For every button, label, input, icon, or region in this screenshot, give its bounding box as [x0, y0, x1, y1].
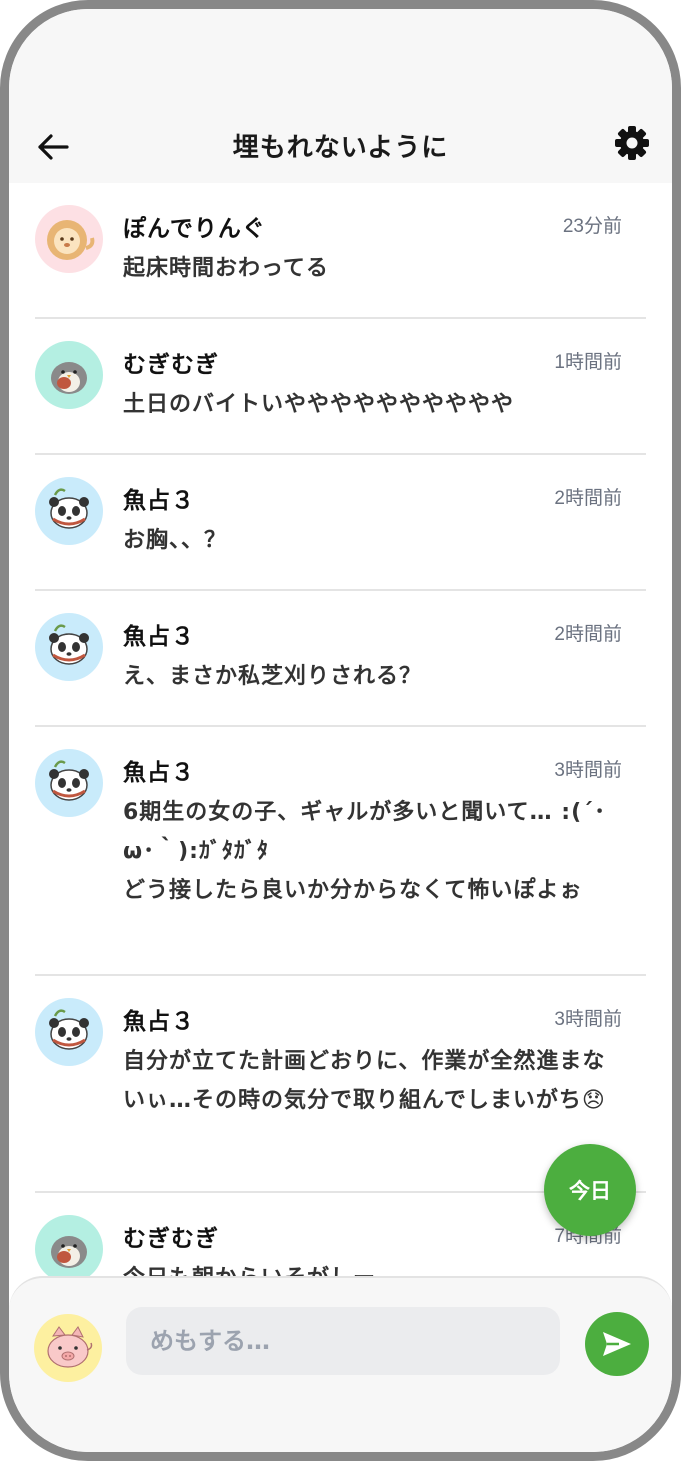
post-text: 自分が立てた計画どおりに、作業が全然進まないぃ…その時の気分で取り組んでしまいが…	[123, 1049, 606, 1113]
app-header: 埋もれないように	[9, 109, 672, 183]
post-author: むぎむぎ	[123, 352, 219, 378]
post-time: 2時間前	[554, 624, 622, 645]
post-time: 1時間前	[554, 352, 622, 373]
panda-avatar[interactable]	[35, 749, 103, 817]
post-author: 魚占３	[123, 488, 195, 514]
post-text: 土日のバイトいやややややややややや	[123, 392, 515, 417]
post-author: 魚占３	[123, 624, 195, 650]
pig-avatar[interactable]	[34, 1314, 102, 1382]
composer	[9, 1276, 672, 1452]
today-button[interactable]: 今日	[544, 1144, 636, 1236]
list-item[interactable]: むぎむぎ 1時間前 土日のバイトいやややややややややや	[35, 319, 646, 455]
phone-frame: 埋もれないように ぽんでりんぐ 23分前 起床時間おわってる むぎむぎ 1時間前…	[0, 0, 681, 1461]
list-item[interactable]: 魚占３ 3時間前 6期生の女の子、ギャルが多いと聞いて… :(´･ω･｀):ｶﾞ…	[35, 727, 646, 976]
gear-icon	[615, 126, 649, 160]
post-author: 魚占３	[123, 1009, 195, 1035]
post-author: ぽんでりんぐ	[123, 216, 266, 242]
lion-avatar[interactable]	[35, 205, 103, 273]
sparrow-avatar[interactable]	[35, 341, 103, 409]
panda-avatar[interactable]	[35, 998, 103, 1066]
list-item[interactable]: 魚占３ 2時間前 え、まさか私芝刈りされる？	[35, 591, 646, 727]
post-text: 起床時間おわってる	[123, 256, 329, 281]
send-button[interactable]	[585, 1312, 649, 1376]
settings-button[interactable]	[610, 121, 654, 165]
panda-avatar[interactable]	[35, 477, 103, 545]
panda-avatar[interactable]	[35, 613, 103, 681]
page-title: 埋もれないように	[232, 133, 449, 163]
list-item[interactable]: 魚占３ 2時間前 お胸、、？	[35, 455, 646, 591]
post-time: 2時間前	[554, 488, 622, 509]
post-text: え、まさか私芝刈りされる？	[123, 664, 423, 689]
sparrow-avatar[interactable]	[35, 1215, 103, 1276]
post-author: むぎむぎ	[123, 1226, 219, 1252]
memo-feed[interactable]: ぽんでりんぐ 23分前 起床時間おわってる むぎむぎ 1時間前 土日のバイトいや…	[9, 183, 672, 1276]
post-time: 23分前	[562, 216, 622, 237]
memo-input[interactable]	[126, 1307, 560, 1375]
post-text: 6期生の女の子、ギャルが多いと聞いて… :(´･ω･｀):ｶﾞﾀｶﾞﾀ どう接し…	[123, 800, 607, 903]
send-icon	[603, 1332, 631, 1356]
post-time: 3時間前	[554, 760, 622, 781]
post-text: お胸、、？	[123, 528, 228, 553]
list-item[interactable]: ぽんでりんぐ 23分前 起床時間おわってる	[35, 183, 646, 319]
post-text: 今日も朝からいそがしー	[123, 1259, 622, 1276]
post-time: 3時間前	[554, 1009, 622, 1030]
post-author: 魚占３	[123, 760, 195, 786]
